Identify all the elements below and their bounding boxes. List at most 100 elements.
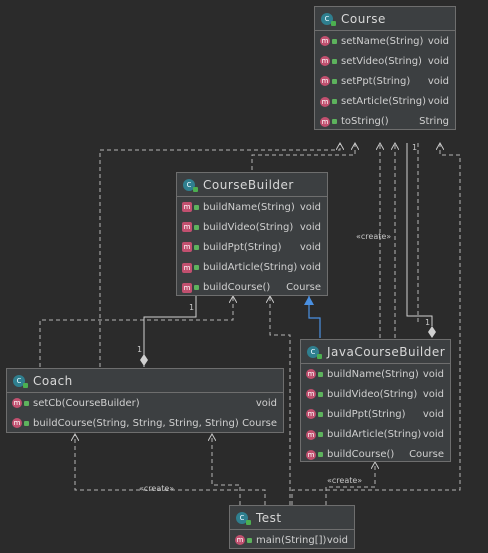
method-name: buildCourse(String, String, String, Stri… bbox=[33, 417, 239, 429]
method-row[interactable]: m setArticle(String) void bbox=[315, 92, 455, 112]
return-type: void bbox=[422, 408, 444, 420]
return-type: void bbox=[422, 368, 444, 380]
class-name: Course bbox=[341, 11, 386, 26]
method-row[interactable]: m setCb(CourseBuilder) void bbox=[7, 393, 283, 413]
abstract-method-icon: m bbox=[182, 222, 192, 233]
abstract-class-icon: c bbox=[183, 178, 198, 192]
class-icon: c bbox=[236, 511, 251, 525]
class-name: CourseBuilder bbox=[203, 177, 294, 192]
create-stereotype: «create» bbox=[139, 484, 175, 493]
return-type: void bbox=[299, 241, 321, 253]
return-type: void bbox=[299, 201, 321, 213]
abstract-method-icon: m bbox=[182, 242, 192, 253]
class-header: c Coach bbox=[7, 369, 283, 393]
method-row[interactable]: m buildArticle(String) void bbox=[301, 425, 450, 445]
class-name: Coach bbox=[33, 373, 73, 388]
create-stereotype: «create» bbox=[356, 232, 392, 241]
method-icon: m bbox=[320, 76, 330, 87]
method-icon: m bbox=[320, 56, 330, 67]
method-row[interactable]: m setName(String) void bbox=[315, 31, 455, 51]
method-name: setArticle(String) bbox=[341, 96, 427, 108]
return-type: String bbox=[419, 116, 449, 128]
class-icon: c bbox=[13, 374, 28, 388]
method-name: toString() bbox=[341, 116, 389, 128]
return-type: void bbox=[427, 75, 449, 87]
public-icon bbox=[332, 58, 337, 64]
method-row[interactable]: m buildVideo(String) void bbox=[301, 384, 450, 404]
method-name: buildArticle(String) bbox=[327, 429, 422, 441]
multiplicity-label: 1 bbox=[412, 143, 418, 152]
return-type: void bbox=[299, 262, 321, 274]
public-icon bbox=[194, 265, 199, 271]
method-row[interactable]: m buildPpt(String) void bbox=[177, 237, 327, 257]
class-header: c CourseBuilder bbox=[177, 173, 327, 197]
method-row[interactable]: m toString() String bbox=[315, 112, 455, 132]
method-row[interactable]: m buildCourse() Course bbox=[177, 278, 327, 298]
multiplicity-label: 1 bbox=[425, 318, 431, 327]
method-name: buildVideo(String) bbox=[327, 388, 418, 400]
method-name: buildCourse() bbox=[203, 282, 271, 294]
class-test[interactable]: c Test m main(String[]) void bbox=[229, 505, 355, 549]
class-coach[interactable]: c Coach m setCb(CourseBuilder) void m buildC… bbox=[6, 368, 284, 433]
method-row[interactable]: m buildName(String) void bbox=[177, 197, 327, 217]
method-icon: m bbox=[306, 429, 316, 440]
method-name: buildName(String) bbox=[327, 368, 419, 380]
multiplicity-label: 1 bbox=[189, 303, 195, 312]
method-name: setVideo(String) bbox=[341, 55, 422, 67]
method-icon: m bbox=[306, 389, 316, 400]
public-icon bbox=[332, 38, 337, 44]
method-name: buildPpt(String) bbox=[327, 408, 406, 420]
public-icon bbox=[194, 204, 199, 210]
generalization-javabuilder bbox=[304, 296, 321, 338]
dep-test-coach bbox=[75, 434, 266, 505]
class-icon: c bbox=[321, 12, 336, 26]
class-icon: c bbox=[307, 345, 322, 359]
dep-coach-coursebuilder bbox=[39, 296, 233, 367]
return-type: Course bbox=[286, 282, 321, 294]
return-type: void bbox=[255, 397, 277, 409]
public-icon bbox=[318, 411, 323, 417]
method-row[interactable]: m main(String[]) void bbox=[230, 530, 354, 550]
dep-coursebuilder-course bbox=[251, 143, 355, 170]
dep-test-coach-2 bbox=[212, 434, 241, 505]
method-row[interactable]: m buildCourse(String, String, String, Str… bbox=[7, 413, 283, 433]
method-name: setName(String) bbox=[341, 35, 424, 47]
method-row[interactable]: m buildArticle(String) void bbox=[177, 258, 327, 278]
method-row[interactable]: m buildPpt(String) void bbox=[301, 404, 450, 424]
public-icon bbox=[318, 452, 323, 458]
return-type: void bbox=[422, 429, 444, 441]
method-row[interactable]: m buildVideo(String) void bbox=[177, 217, 327, 237]
method-name: buildArticle(String) bbox=[203, 262, 298, 274]
static-method-icon: m bbox=[235, 535, 245, 546]
method-name: buildName(String) bbox=[203, 201, 295, 213]
method-icon: m bbox=[12, 418, 22, 429]
method-name: buildCourse() bbox=[327, 449, 395, 461]
method-row[interactable]: m buildName(String) void bbox=[301, 364, 450, 384]
method-name: buildPpt(String) bbox=[203, 241, 282, 253]
class-name: JavaCourseBuilder bbox=[327, 344, 446, 359]
method-icon: m bbox=[320, 96, 330, 107]
abstract-method-icon: m bbox=[182, 262, 192, 273]
class-javacoursebuilder[interactable]: c JavaCourseBuilder m buildName(String) voi… bbox=[300, 339, 451, 462]
class-header: c JavaCourseBuilder bbox=[301, 340, 450, 364]
aggregation-diamond-javabuilder bbox=[428, 326, 436, 338]
class-name: Test bbox=[256, 510, 282, 525]
method-name: setCb(CourseBuilder) bbox=[33, 397, 140, 409]
public-icon bbox=[318, 371, 323, 377]
method-row[interactable]: m buildCourse() Course bbox=[301, 445, 450, 465]
public-icon bbox=[332, 78, 337, 84]
method-row[interactable]: m setPpt(String) void bbox=[315, 71, 455, 91]
public-icon bbox=[194, 224, 199, 230]
return-type: Course bbox=[409, 449, 444, 461]
public-icon bbox=[194, 285, 199, 291]
class-header: c Course bbox=[315, 7, 455, 31]
method-icon: m bbox=[306, 449, 316, 460]
return-type: void bbox=[326, 534, 348, 546]
method-icon: m bbox=[320, 116, 330, 127]
class-coursebuilder[interactable]: c CourseBuilder m buildName(String) void mb… bbox=[176, 172, 328, 296]
method-row[interactable]: m setVideo(String) void bbox=[315, 51, 455, 71]
method-name: main(String[]) bbox=[256, 534, 327, 546]
multiplicity-label: 1 bbox=[137, 345, 143, 354]
public-icon bbox=[332, 99, 337, 105]
class-course[interactable]: c Course m setName(String) void m setVideo(S… bbox=[314, 6, 456, 130]
